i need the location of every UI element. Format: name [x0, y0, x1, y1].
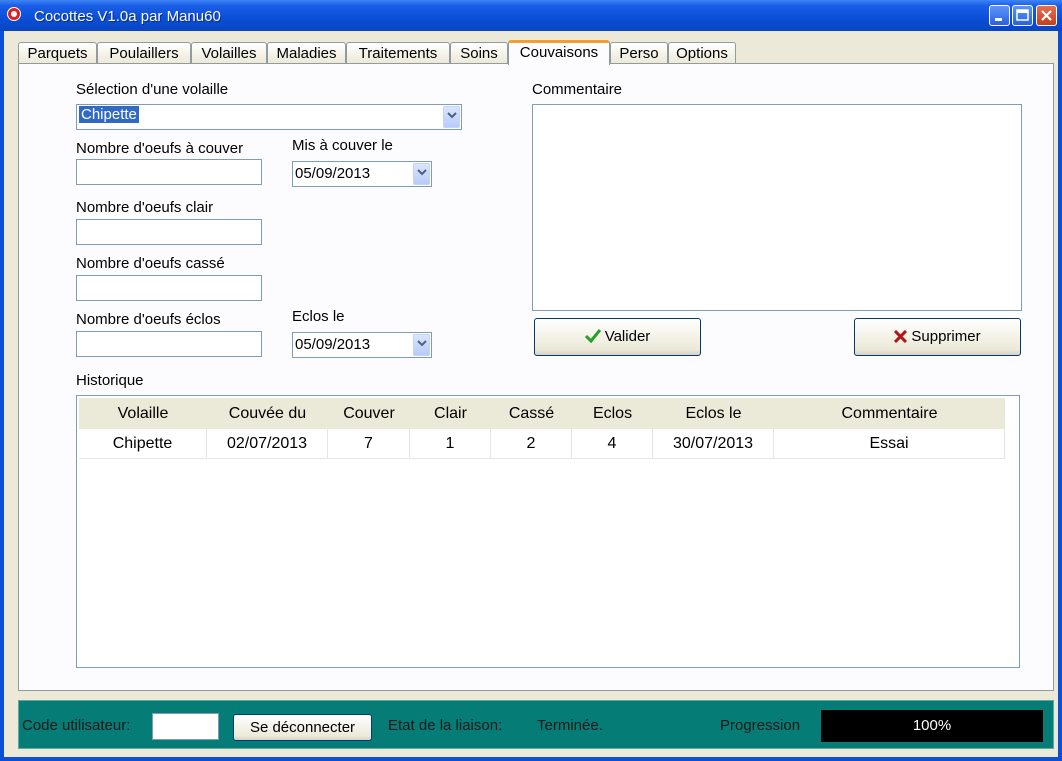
oeufs-couver-label: Nombre d'oeufs à couver [76, 140, 244, 157]
tab-label: Volailles [201, 45, 257, 62]
tab-parquets[interactable]: Parquets [18, 42, 97, 63]
volaille-value: Chipette [79, 106, 139, 123]
minimize-button[interactable] [989, 5, 1010, 26]
link-state-label: Etat de la liaison: [388, 717, 503, 734]
oeufs-casse-label: Nombre d'oeufs cassé [76, 255, 225, 272]
user-code-input[interactable] [152, 713, 219, 740]
supprimer-label: Supprimer [911, 328, 981, 345]
table-cell: 4 [572, 429, 653, 459]
tab-volailles[interactable]: Volailles [191, 42, 267, 63]
tab-traitements[interactable]: Traitements [346, 42, 450, 63]
mis-couver-datepicker[interactable]: 05/09/2013 [292, 161, 432, 187]
tab-label: Traitements [358, 45, 438, 62]
table-cell: 7 [328, 429, 410, 459]
table-row[interactable]: Chipette 02/07/2013 7 1 2 4 30/07/2013 E… [79, 429, 1005, 459]
close-button[interactable] [1036, 5, 1057, 26]
column-header-couvee-du[interactable]: Couvée du [207, 398, 328, 429]
checkmark-icon [584, 329, 601, 344]
oeufs-eclos-label: Nombre d'oeufs éclos [76, 311, 221, 328]
tab-maladies[interactable]: Maladies [267, 42, 346, 63]
chevron-down-icon [417, 340, 427, 347]
tab-couvaisons[interactable]: Couvaisons [508, 40, 610, 65]
tab-label: Maladies [276, 45, 337, 62]
eclos-le-label: Eclos le [292, 308, 345, 325]
tab-soins[interactable]: Soins [450, 42, 508, 63]
table-header: Volaille Couvée du Couver Clair Cassé Ec… [79, 398, 1005, 429]
volaille-label: Sélection d'une volaille [76, 81, 229, 98]
app-icon[interactable] [7, 7, 21, 21]
close-icon [1041, 10, 1052, 21]
oeufs-couver-input[interactable] [76, 159, 262, 185]
tab-label: Options [676, 45, 728, 62]
dropdown-button[interactable] [413, 334, 430, 356]
tab-options[interactable]: Options [668, 42, 736, 63]
mis-couver-label: Mis à couver le [292, 137, 393, 154]
table-cell: 30/07/2013 [653, 429, 774, 459]
mis-couver-value: 05/09/2013 [295, 165, 371, 182]
tab-label: Couvaisons [519, 44, 599, 61]
column-header-casse[interactable]: Cassé [491, 398, 572, 429]
link-state-value: Terminée. [537, 717, 603, 734]
chevron-down-icon [447, 112, 457, 119]
tab-perso[interactable]: Perso [610, 42, 668, 63]
progress-bar: 100% [821, 710, 1043, 742]
minimize-icon [995, 18, 1002, 21]
table-cell: 1 [410, 429, 491, 459]
maximize-icon [1016, 9, 1029, 21]
table-cell: 02/07/2013 [207, 429, 328, 459]
oeufs-clair-input[interactable] [76, 219, 262, 245]
disconnect-button[interactable]: Se déconnecter [233, 714, 372, 741]
progress-value: 100% [912, 717, 952, 734]
eclos-le-datepicker[interactable]: 05/09/2013 [292, 332, 432, 358]
table-cell: Chipette [79, 429, 207, 459]
table-cell: 2 [491, 429, 572, 459]
progress-label: Progression [720, 717, 801, 734]
commentaire-textarea[interactable] [532, 104, 1022, 311]
valider-label: Valider [604, 328, 651, 345]
tab-label: Soins [460, 45, 498, 62]
app-window: Cocottes V1.0a par Manu60 Parquets Poula… [0, 0, 1062, 761]
oeufs-clair-label: Nombre d'oeufs clair [76, 199, 214, 216]
delete-x-icon [894, 329, 908, 344]
tab-label: Poulaillers [109, 45, 179, 62]
tab-label: Perso [619, 45, 659, 62]
maximize-button[interactable] [1012, 5, 1033, 26]
column-header-eclos-le[interactable]: Eclos le [653, 398, 774, 429]
dropdown-button[interactable] [443, 106, 460, 128]
oeufs-casse-input[interactable] [76, 275, 262, 301]
historique-label: Historique [76, 372, 144, 389]
column-header-clair[interactable]: Clair [410, 398, 491, 429]
eclos-le-value: 05/09/2013 [295, 336, 371, 353]
dropdown-button[interactable] [413, 163, 430, 185]
commentaire-label: Commentaire [532, 81, 623, 98]
tab-label: Parquets [27, 45, 88, 62]
title-bar[interactable]: Cocottes V1.0a par Manu60 [0, 0, 1062, 31]
chevron-down-icon [417, 169, 427, 176]
table-cell: Essai [774, 429, 1005, 459]
volaille-select[interactable]: Chipette [76, 104, 462, 130]
supprimer-button[interactable]: Supprimer [854, 318, 1021, 356]
column-header-couver[interactable]: Couver [328, 398, 410, 429]
column-header-eclos[interactable]: Eclos [572, 398, 653, 429]
client-area: Parquets Poulaillers Volailles Maladies … [4, 31, 1058, 757]
oeufs-eclos-input[interactable] [76, 331, 262, 357]
tab-poulaillers[interactable]: Poulaillers [97, 42, 191, 63]
column-header-commentaire[interactable]: Commentaire [774, 398, 1005, 429]
valider-button[interactable]: Valider [534, 318, 701, 356]
window-title: Cocottes V1.0a par Manu60 [34, 8, 221, 25]
user-code-label: Code utilisateur: [22, 717, 131, 734]
status-bar: Code utilisateur: Se déconnecter Etat de… [18, 700, 1054, 749]
column-header-volaille[interactable]: Volaille [79, 398, 207, 429]
historique-table[interactable]: Volaille Couvée du Couver Clair Cassé Ec… [76, 395, 1020, 668]
